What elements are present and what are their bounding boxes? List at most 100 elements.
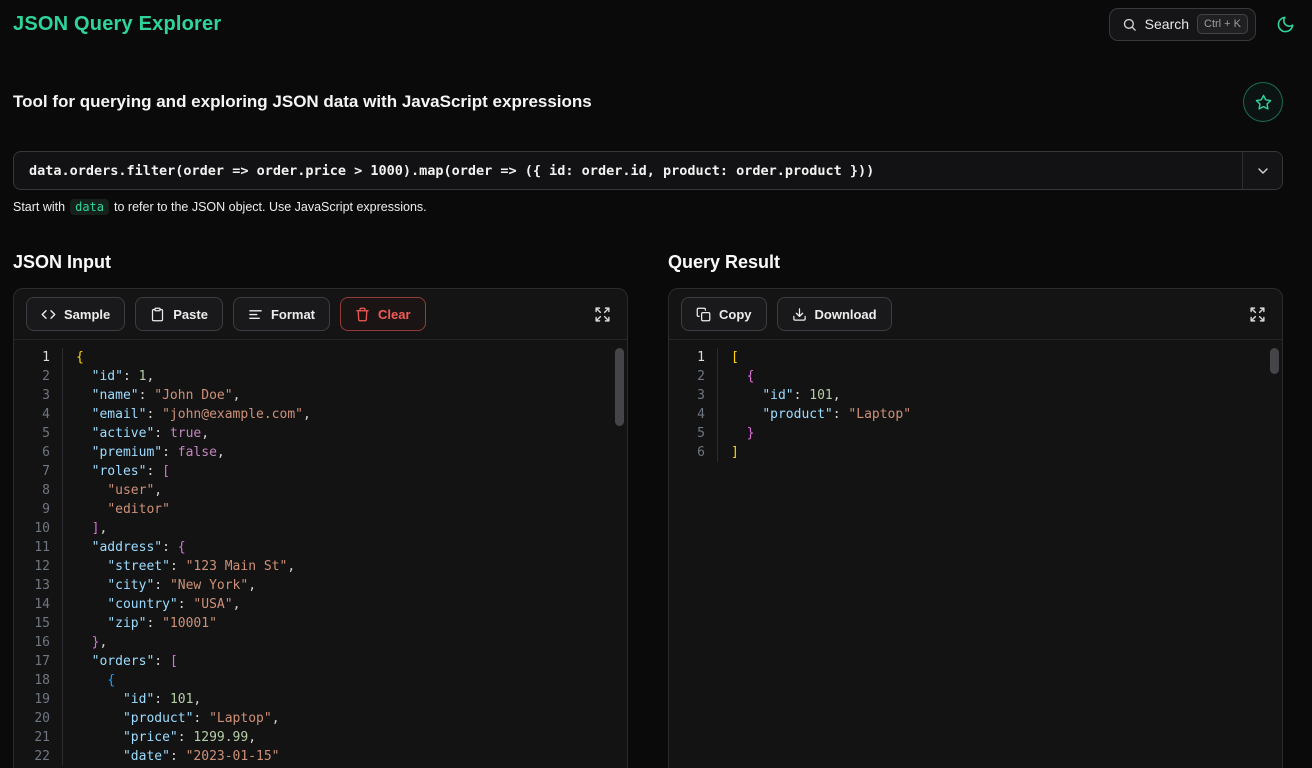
line-number: 5 (14, 424, 62, 443)
code-line-content: { (62, 348, 84, 367)
code-line-content: "id": 101, (717, 386, 841, 405)
code-line-content: "city": "New York", (62, 576, 256, 595)
code-line: 4 "product": "Laptop" (669, 405, 1282, 424)
code-line: 16 }, (14, 633, 627, 652)
code-line-content: }, (62, 633, 107, 652)
code-line-content: "email": "john@example.com", (62, 405, 311, 424)
copy-icon (696, 307, 711, 322)
result-expand-button[interactable] (1244, 301, 1270, 327)
line-number: 12 (14, 557, 62, 576)
code-line: 15 "zip": "10001" (14, 614, 627, 633)
code-line-content: "id": 1, (62, 367, 154, 386)
code-line: 9 "editor" (14, 500, 627, 519)
line-number: 1 (14, 348, 62, 367)
favorite-button[interactable] (1243, 82, 1283, 122)
line-number: 11 (14, 538, 62, 557)
code-line-content: [ (717, 348, 739, 367)
line-number: 17 (14, 652, 62, 671)
code-line-content: "zip": "10001" (62, 614, 217, 633)
code-line: 13 "city": "New York", (14, 576, 627, 595)
panels-grid: JSON Input Sample (13, 252, 1283, 768)
code-line: 1{ (14, 348, 627, 367)
code-line-content: "date": "2023-01-15" (62, 747, 280, 766)
code-line: 20 "product": "Laptop", (14, 709, 627, 728)
line-number: 6 (14, 443, 62, 462)
code-line-content: "country": "USA", (62, 595, 240, 614)
code-line: 6] (669, 443, 1282, 462)
line-number: 18 (14, 671, 62, 690)
line-number: 22 (14, 747, 62, 766)
line-number: 5 (669, 424, 717, 443)
query-result-title: Query Result (668, 252, 1283, 273)
line-number: 8 (14, 481, 62, 500)
json-input-editor[interactable]: 1{2 "id": 1,3 "name": "John Doe",4 "emai… (14, 340, 627, 768)
query-result-editor[interactable]: 1[2 {3 "id": 101,4 "product": "Laptop"5 … (669, 340, 1282, 768)
code-line: 22 "date": "2023-01-15" (14, 747, 627, 766)
result-scrollbar-thumb[interactable] (1270, 348, 1279, 374)
code-line: 4 "email": "john@example.com", (14, 405, 627, 424)
moon-icon (1276, 15, 1295, 34)
line-number: 3 (14, 386, 62, 405)
code-line-content: "product": "Laptop" (717, 405, 911, 424)
clear-label: Clear (378, 307, 411, 322)
line-number: 2 (669, 367, 717, 386)
query-input[interactable] (14, 152, 1242, 189)
theme-toggle-button[interactable] (1271, 10, 1299, 38)
json-input-title: JSON Input (13, 252, 628, 273)
code-line: 5 "active": true, (14, 424, 627, 443)
json-input-section: JSON Input Sample (13, 252, 628, 768)
star-icon (1255, 94, 1272, 111)
line-number: 9 (14, 500, 62, 519)
trash-icon (355, 307, 370, 322)
expand-arrows-icon (594, 306, 611, 323)
code-line-content: { (62, 671, 115, 690)
line-number: 21 (14, 728, 62, 747)
code-line-content: "street": "123 Main St", (62, 557, 295, 576)
code-line: 2 { (669, 367, 1282, 386)
line-number: 3 (669, 386, 717, 405)
query-hint: Start with data to refer to the JSON obj… (13, 199, 1299, 215)
code-line-content: "price": 1299.99, (62, 728, 256, 747)
code-line: 2 "id": 1, (14, 367, 627, 386)
code-line: 17 "orders": [ (14, 652, 627, 671)
paste-button[interactable]: Paste (135, 297, 223, 331)
query-bar (13, 151, 1283, 190)
code-line: 3 "name": "John Doe", (14, 386, 627, 405)
hint-prefix: Start with (13, 200, 65, 214)
clear-button[interactable]: Clear (340, 297, 426, 331)
sample-button[interactable]: Sample (26, 297, 125, 331)
json-input-panel: Sample Paste (13, 288, 628, 768)
line-number: 4 (14, 405, 62, 424)
query-result-panel: Copy Download (668, 288, 1283, 768)
query-result-section: Query Result Copy (668, 252, 1283, 768)
code-line-content: ], (62, 519, 107, 538)
search-label: Search (1145, 16, 1189, 32)
copy-button[interactable]: Copy (681, 297, 767, 331)
input-expand-button[interactable] (589, 301, 615, 327)
download-button[interactable]: Download (777, 297, 892, 331)
code-line-content: "id": 101, (62, 690, 201, 709)
format-button[interactable]: Format (233, 297, 330, 331)
json-input-toolbar: Sample Paste (14, 289, 627, 340)
code-line-content: { (717, 367, 754, 386)
code-line: 6 "premium": false, (14, 443, 627, 462)
search-button[interactable]: Search Ctrl + K (1109, 8, 1256, 41)
code-line-content: ] (717, 443, 739, 462)
input-scrollbar-thumb[interactable] (615, 348, 624, 426)
search-shortcut-badge: Ctrl + K (1197, 14, 1248, 34)
page-subtitle: Tool for querying and exploring JSON dat… (13, 92, 592, 112)
line-number: 15 (14, 614, 62, 633)
code-line-content: "name": "John Doe", (62, 386, 240, 405)
copy-label: Copy (719, 307, 752, 322)
code-line-content: "orders": [ (62, 652, 178, 671)
line-number: 13 (14, 576, 62, 595)
line-number: 2 (14, 367, 62, 386)
download-label: Download (815, 307, 877, 322)
query-history-dropdown[interactable] (1242, 152, 1282, 189)
code-line: 21 "price": 1299.99, (14, 728, 627, 747)
code-line-content: "address": { (62, 538, 186, 557)
code-line-content: "roles": [ (62, 462, 170, 481)
format-label: Format (271, 307, 315, 322)
line-number: 10 (14, 519, 62, 538)
code-line: 7 "roles": [ (14, 462, 627, 481)
